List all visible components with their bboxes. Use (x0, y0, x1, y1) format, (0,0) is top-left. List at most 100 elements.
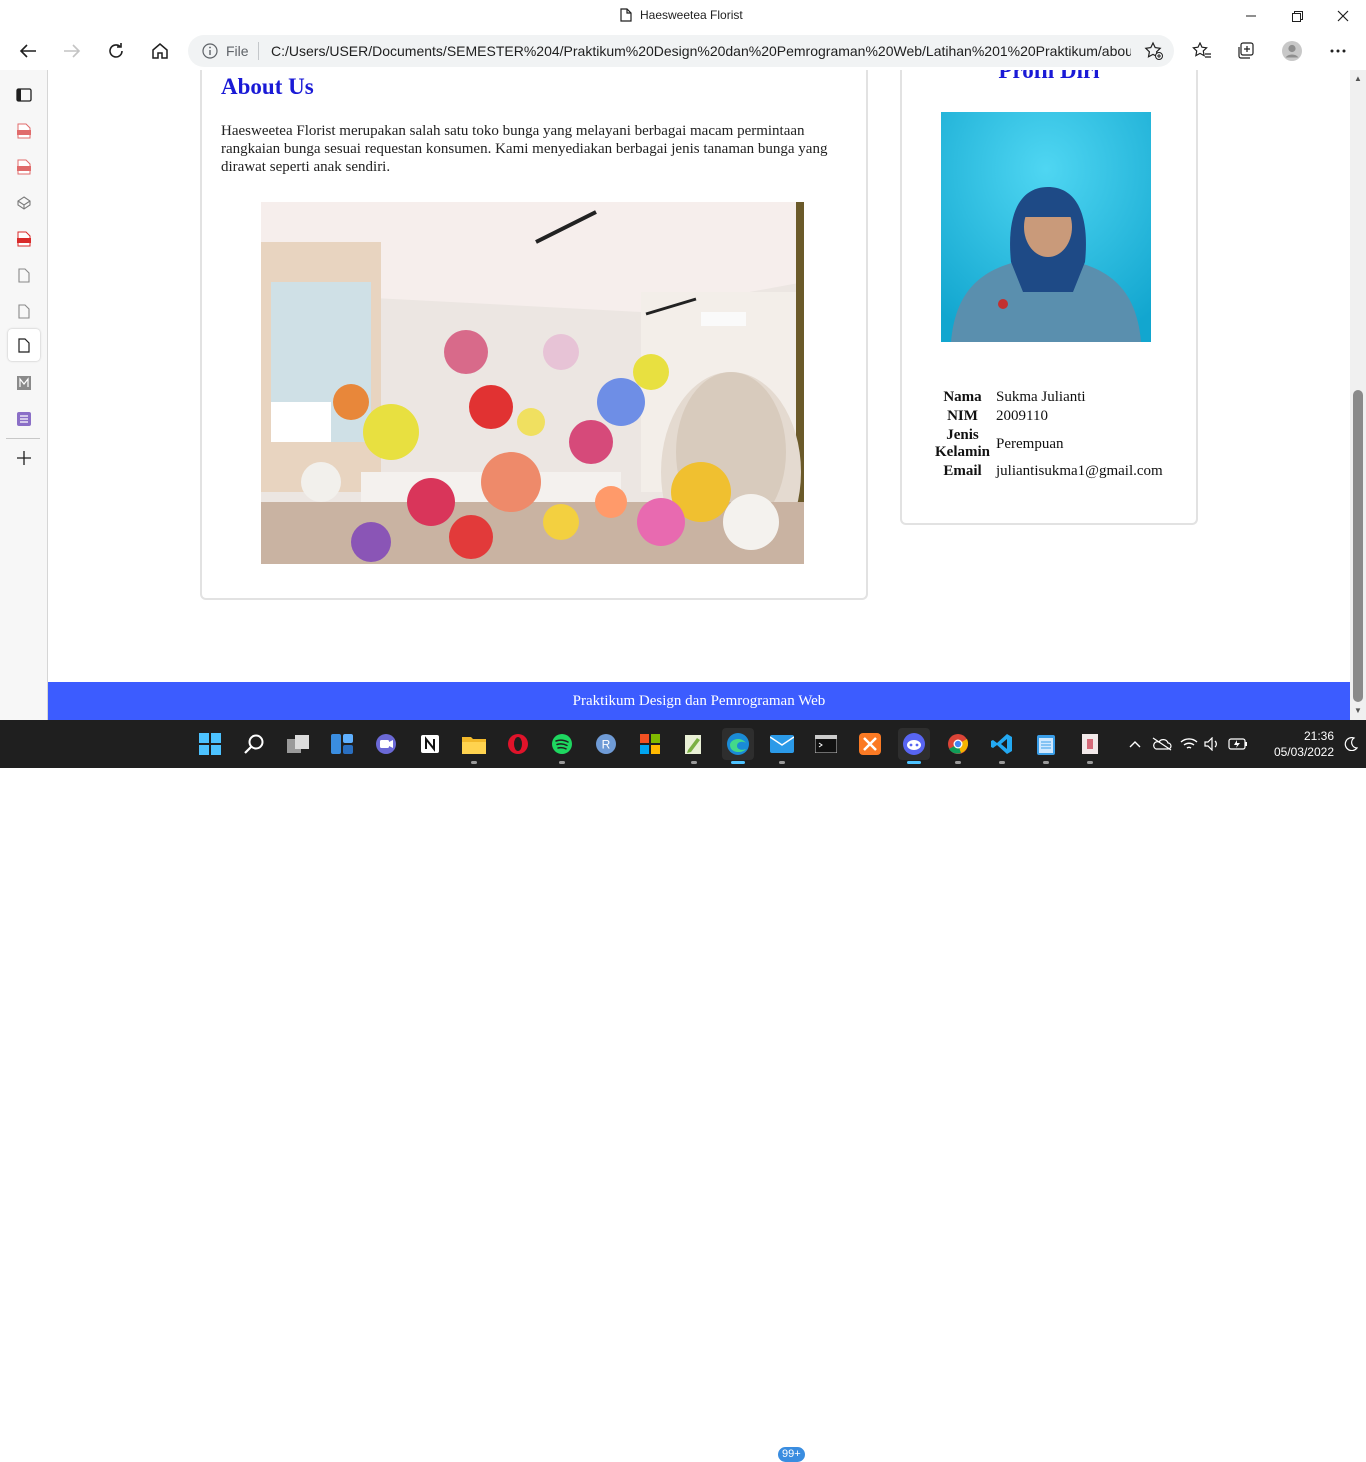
table-row: NIM 2009110 (932, 407, 1166, 426)
file-icon (18, 337, 30, 353)
widgets-icon (331, 734, 353, 754)
chat-icon (376, 734, 396, 754)
m-logo-icon (17, 376, 31, 390)
xampp-icon (859, 733, 881, 755)
clock-date: 05/03/2022 (1273, 745, 1334, 759)
forward-button[interactable] (56, 36, 88, 66)
pdf-icon (17, 231, 31, 247)
footer-text: Praktikum Design dan Pemrograman Web (572, 693, 826, 709)
collections-button[interactable] (1230, 36, 1262, 66)
email-value: juliantisukma1@gmail.com (996, 463, 1163, 479)
tab-forms[interactable] (8, 403, 40, 435)
file-icon (18, 303, 30, 319)
r-app[interactable]: R (590, 728, 622, 760)
edge-app[interactable] (722, 728, 754, 764)
refresh-button[interactable] (100, 36, 132, 66)
battery-charging-icon (1228, 738, 1247, 750)
notion-app[interactable] (414, 728, 446, 760)
page-scrollbar[interactable]: ▲ ▼ (1350, 70, 1366, 720)
pdf-icon (17, 123, 31, 139)
notion-icon (421, 735, 439, 753)
close-button[interactable] (1320, 0, 1366, 32)
restore-button[interactable] (1274, 0, 1320, 32)
mail-app[interactable] (766, 728, 798, 764)
document-app[interactable] (1074, 728, 1106, 764)
notepad-app[interactable] (1030, 728, 1062, 764)
store-app[interactable] (634, 728, 666, 760)
tab-m-site[interactable] (8, 367, 40, 399)
collections-icon (1238, 42, 1254, 59)
search-icon (244, 734, 264, 754)
vscode-app[interactable] (986, 728, 1018, 764)
home-icon (152, 43, 168, 59)
email-label: Email (943, 463, 982, 479)
discord-icon (903, 733, 925, 755)
tab-file-1[interactable] (8, 259, 40, 291)
file-explorer-app[interactable] (458, 728, 490, 764)
info-icon[interactable] (202, 43, 218, 59)
notepad-plus-app[interactable] (678, 728, 710, 764)
profile-photo (941, 112, 1151, 342)
favorites-icon (1192, 42, 1211, 58)
nim-value: 2009110 (996, 408, 1048, 424)
opera-icon (508, 734, 528, 754)
title-bar: Haesweetea Florist (0, 0, 1366, 32)
file-label: File (226, 43, 249, 59)
new-tab-button[interactable] (8, 442, 40, 474)
terminal-app[interactable] (810, 728, 842, 760)
profile-button[interactable] (1276, 36, 1308, 66)
address-bar[interactable]: File C:/Users/USER/Documents/SEMESTER%20… (188, 35, 1174, 67)
vscode-icon (991, 734, 1012, 754)
start-button[interactable] (194, 728, 226, 760)
search-button[interactable] (238, 728, 270, 760)
widgets-button[interactable] (326, 728, 358, 760)
nim-label: NIM (947, 408, 978, 424)
nama-label: Nama (943, 389, 982, 405)
back-button[interactable] (12, 36, 44, 66)
refresh-icon (109, 43, 123, 58)
task-view-button[interactable] (282, 728, 314, 760)
do-not-disturb[interactable] (1344, 734, 1358, 754)
tab-actions-button[interactable] (8, 79, 40, 111)
discord-app[interactable] (898, 728, 930, 764)
settings-more-button[interactable] (1322, 36, 1354, 66)
list-icon (17, 412, 31, 426)
scroll-thumb[interactable] (1353, 390, 1363, 702)
chrome-app[interactable] (942, 728, 974, 764)
volume-status[interactable] (1204, 734, 1220, 754)
navigation-bar: File C:/Users/USER/Documents/SEMESTER%20… (0, 32, 1366, 70)
add-favorite-icon[interactable] (1144, 41, 1164, 61)
favorites-button[interactable] (1186, 36, 1218, 66)
system-clock[interactable]: 21:36 05/03/2022 (1254, 728, 1334, 760)
tab-pdf-2[interactable] (8, 151, 40, 183)
home-button[interactable] (144, 36, 176, 66)
tab-codepen[interactable] (8, 187, 40, 219)
cube-icon (17, 196, 31, 210)
tab-pdf-3[interactable] (8, 223, 40, 255)
tab-file-active[interactable] (8, 329, 40, 361)
wifi-status[interactable] (1180, 734, 1198, 754)
tab-file-2[interactable] (8, 295, 40, 327)
about-title: About Us (221, 74, 314, 99)
notepad-icon (685, 735, 701, 754)
minimize-button[interactable] (1228, 0, 1274, 32)
r-app-icon: R (596, 734, 616, 754)
scroll-down-arrow-icon[interactable]: ▼ (1353, 706, 1363, 716)
window-title-text: Haesweetea Florist (640, 8, 743, 22)
windows-logo-icon (199, 733, 221, 755)
tab-pdf-1[interactable] (8, 115, 40, 147)
onedrive-status[interactable] (1152, 734, 1172, 754)
footer: Praktikum Design dan Pemrograman Web (48, 682, 1350, 720)
florist-shop-image (261, 202, 804, 564)
show-hidden-icons[interactable] (1128, 734, 1142, 754)
url-text[interactable]: C:/Users/USER/Documents/SEMESTER%204/Pra… (271, 43, 1131, 59)
xampp-app[interactable] (854, 728, 886, 760)
opera-app[interactable] (502, 728, 534, 760)
clock-time: 21:36 (1303, 729, 1334, 743)
battery-status[interactable] (1228, 734, 1248, 754)
scroll-up-arrow-icon[interactable]: ▲ (1353, 74, 1363, 84)
spotify-app[interactable] (546, 728, 578, 764)
page-icon (620, 8, 632, 22)
teams-chat-button[interactable] (370, 728, 402, 760)
edge-icon (727, 733, 749, 755)
